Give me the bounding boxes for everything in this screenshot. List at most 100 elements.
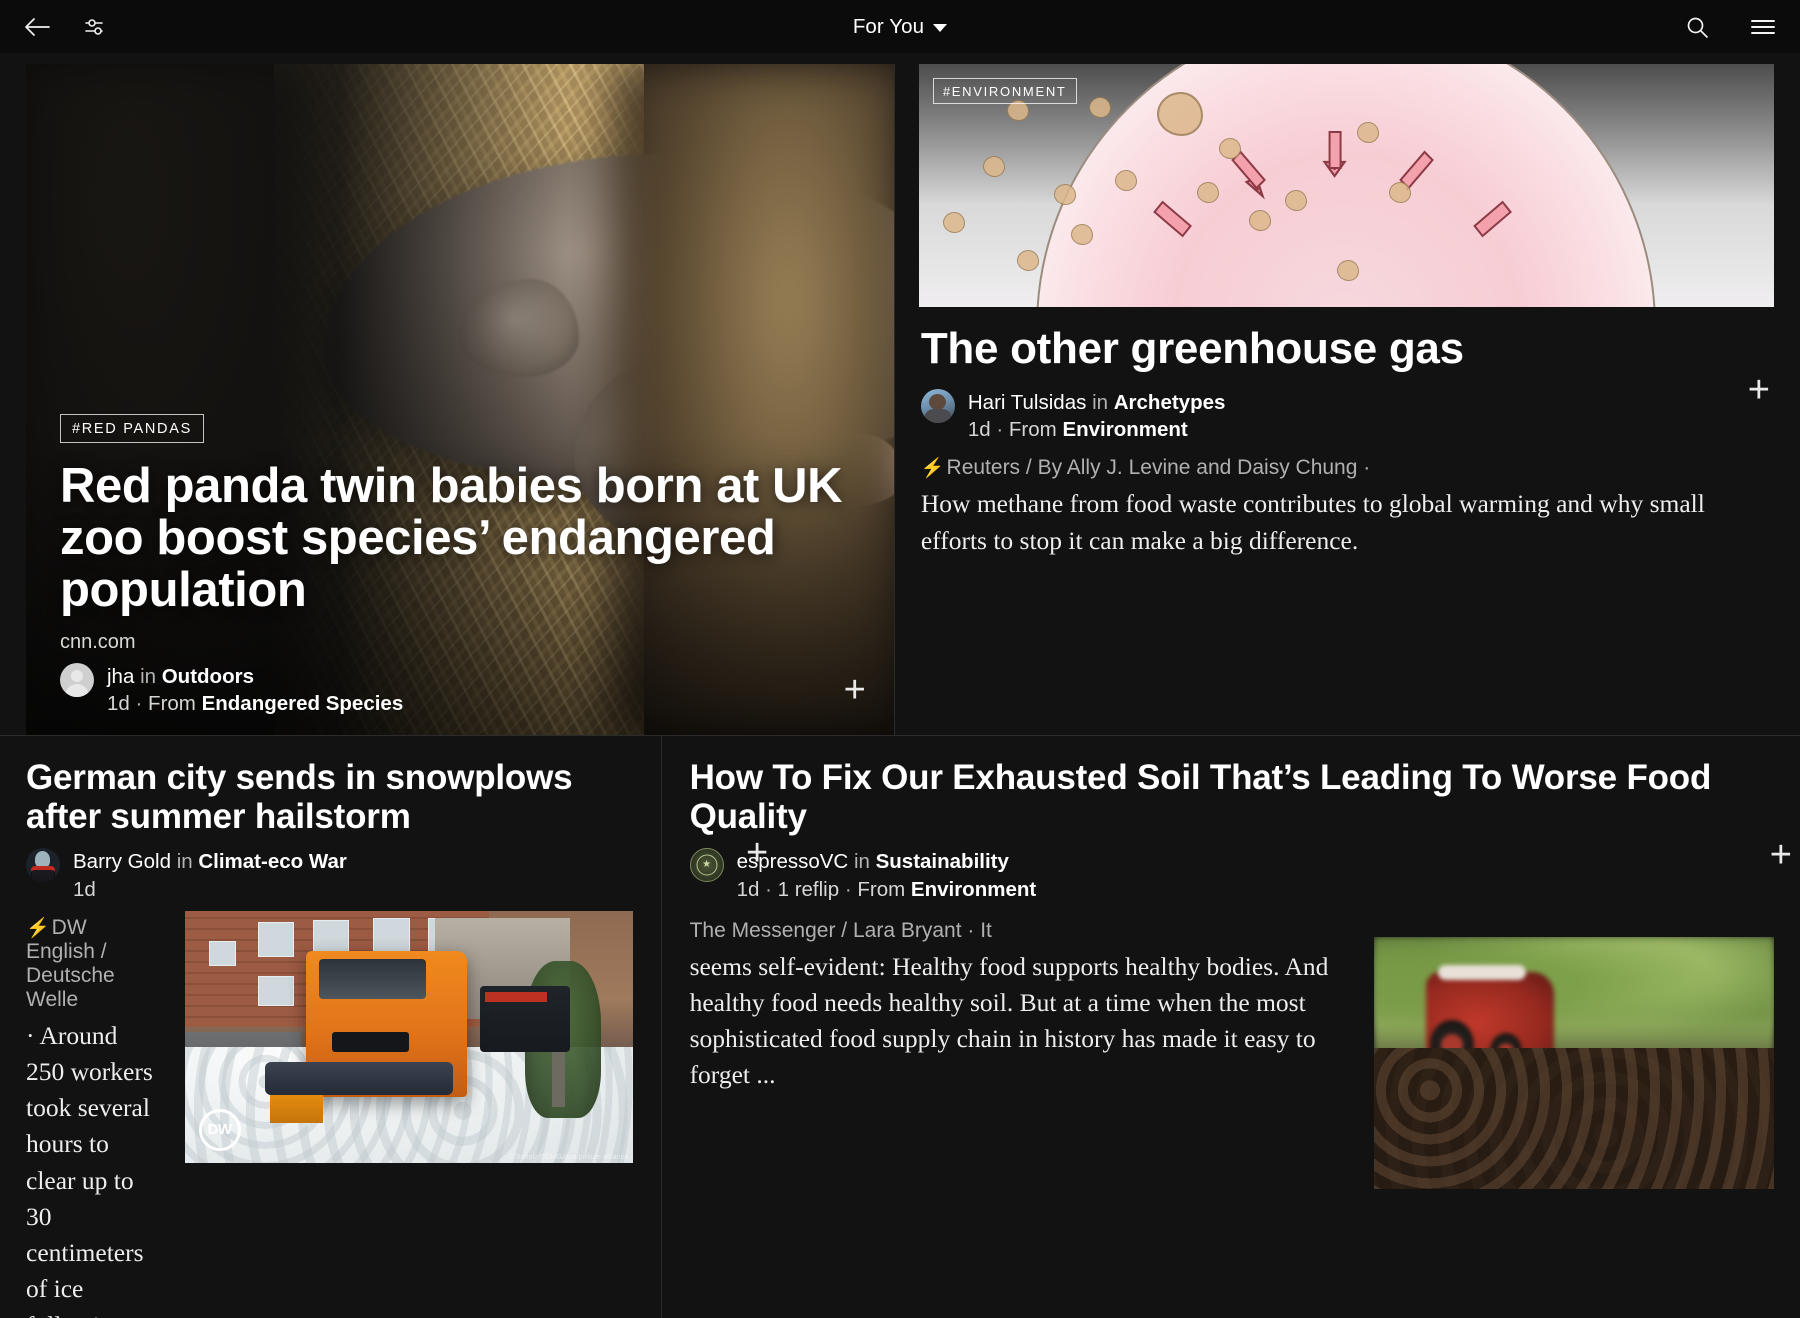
snowplow-article-card[interactable]: German city sends in snowplows after sum… xyxy=(0,736,768,1318)
environment-body: The other greenhouse gas Hari Tulsidas i… xyxy=(919,307,1774,559)
window xyxy=(208,941,237,967)
methane-character xyxy=(1053,184,1076,205)
environment-time: 1d xyxy=(967,418,991,442)
hero-separator: · xyxy=(135,691,143,715)
dw-logo: DW xyxy=(198,1108,241,1151)
hero-headline[interactable]: Red panda twin babies born at UK zoo boo… xyxy=(60,460,860,617)
soil-in-word: in xyxy=(853,850,870,874)
methane-character xyxy=(1070,224,1093,245)
add-to-magazine-icon[interactable]: + xyxy=(1748,371,1770,409)
hamburger-menu-icon[interactable] xyxy=(1748,12,1778,42)
snowplow-source-line: ⚡DW English / Deutsche Welle xyxy=(26,916,161,1012)
soil-attribution-lines: espressoVC in Sustainability 1d · 1 refl… xyxy=(737,848,1037,903)
snowplow-description: · Around 250 workers took several hours … xyxy=(26,1020,153,1318)
tractor-canopy xyxy=(1438,964,1526,980)
soil-meta-line: 1d · 1 reflip · From Environment xyxy=(737,876,1037,903)
snowplow-in-word: in xyxy=(176,850,193,874)
environment-from-magazine[interactable]: Environment xyxy=(1062,418,1187,441)
soil-magazine-name[interactable]: Sustainability xyxy=(876,850,1009,873)
soil-text-column: The Messenger / Lara Bryant · It seems s… xyxy=(690,903,1350,1318)
window xyxy=(373,917,410,955)
environment-image: #ENVIRONMENT xyxy=(918,64,1774,307)
soil-image-column xyxy=(1374,903,1774,1318)
soil-columns: The Messenger / Lara Bryant · It seems s… xyxy=(690,903,1774,1318)
hero-source-domain: cnn.com xyxy=(60,630,136,653)
methane-character xyxy=(982,156,1005,177)
soil-author-line: espressoVC in Sustainability xyxy=(737,848,1037,875)
hero-attribution-lines: jha in Outdoors 1d · From Endangered Spe… xyxy=(107,663,403,718)
environment-source-line: ⚡Reuters / By Ally J. Levine and Daisy C… xyxy=(921,456,1772,480)
topic-tag[interactable]: #ENVIRONMENT xyxy=(932,78,1077,104)
snowplow-attribution-lines: Barry Gold in Climat-eco War 1d xyxy=(73,848,347,903)
topic-tag[interactable]: #RED PANDAS xyxy=(60,413,204,443)
methane-character xyxy=(1248,210,1271,231)
snowplow-text-column: ⚡DW English / Deutsche Welle · Around 25… xyxy=(26,903,161,1318)
topic-tag-container: #ENVIRONMENT xyxy=(932,78,1077,104)
hero-from-word: From xyxy=(148,691,196,715)
hero-article-card[interactable]: #RED PANDAS Red panda twin babies born a… xyxy=(26,64,894,735)
snowplow-time: 1d xyxy=(73,877,96,901)
search-icon[interactable] xyxy=(1682,12,1712,42)
snowplow-truck-windshield xyxy=(318,958,427,1000)
hero-content: #RED PANDAS Red panda twin babies born a… xyxy=(60,413,860,718)
methane-character xyxy=(1156,92,1203,136)
plowed-soil xyxy=(1374,1047,1774,1189)
soil-separator-2: · xyxy=(844,877,852,901)
snowplow-magazine-name[interactable]: Climat-eco War xyxy=(198,850,346,873)
top-bar-left-group xyxy=(22,12,110,42)
flipboard-app: For You #RED PANDAS Red panda twin babie… xyxy=(0,0,1800,1318)
soil-article-card[interactable]: How To Fix Our Exhausted Soil That’s Lea… xyxy=(660,736,1800,1318)
snowplow-headline[interactable]: German city sends in snowplows after sum… xyxy=(26,758,633,836)
window xyxy=(257,922,295,958)
methane-character xyxy=(1088,97,1111,118)
environment-magazine-name[interactable]: Archetypes xyxy=(1114,391,1226,414)
feed-selector[interactable]: For You xyxy=(853,15,948,39)
snowplow-attribution: Barry Gold in Climat-eco War 1d xyxy=(26,848,633,903)
soil-from-magazine[interactable]: Environment xyxy=(911,878,1036,901)
soil-description: seems self-evident: Healthy food support… xyxy=(689,951,1329,1090)
hero-in-word: in xyxy=(140,664,157,688)
soil-attribution: espressoVC in Sustainability 1d · 1 refl… xyxy=(689,848,1774,903)
hero-author-line: jha in Outdoors xyxy=(107,663,403,690)
hero-magazine-name[interactable]: Outdoors xyxy=(162,665,254,688)
avatar[interactable] xyxy=(60,662,94,697)
soil-image[interactable] xyxy=(1374,936,1774,1189)
environment-description: How methane from food waste contributes … xyxy=(920,489,1705,555)
back-arrow-icon[interactable] xyxy=(22,12,52,42)
environment-separator: · xyxy=(996,418,1004,442)
methane-character xyxy=(1016,250,1039,271)
hero-from-magazine[interactable]: Endangered Species xyxy=(202,692,404,715)
lightning-bolt-icon: ⚡ xyxy=(920,458,945,480)
avatar[interactable] xyxy=(920,388,955,423)
snowplow-image-column: DW © Scholz/SDMG/dpa/picture alliance xyxy=(184,903,633,1318)
sliders-icon[interactable] xyxy=(80,12,110,42)
snowplow-image[interactable]: DW © Scholz/SDMG/dpa/picture alliance xyxy=(184,910,633,1163)
methane-character xyxy=(1114,170,1137,191)
methane-character xyxy=(1196,182,1219,203)
avatar[interactable] xyxy=(689,848,724,883)
methane-character xyxy=(1284,190,1307,211)
soil-author-name[interactable]: espressoVC xyxy=(737,850,849,873)
methane-character xyxy=(1336,260,1359,281)
environment-author-name[interactable]: Hari Tulsidas xyxy=(968,391,1087,414)
feed-title-container: For You xyxy=(0,0,1800,53)
methane-character xyxy=(1356,122,1379,143)
board-row-top: #RED PANDAS Red panda twin babies born a… xyxy=(0,53,1800,735)
add-to-magazine-icon[interactable]: + xyxy=(1770,836,1792,874)
environment-headline[interactable]: The other greenhouse gas xyxy=(921,325,1772,373)
snowplow-author-line: Barry Gold in Climat-eco War xyxy=(73,848,347,875)
soil-from-word: From xyxy=(857,877,906,901)
snowplow-bus-sign xyxy=(484,991,548,1002)
avatar[interactable] xyxy=(26,848,60,883)
environment-attribution-lines: Hari Tulsidas in Archetypes 1d · From En… xyxy=(968,389,1226,444)
methane-character xyxy=(942,212,965,233)
hero-author-name[interactable]: jha xyxy=(107,665,134,688)
methane-character xyxy=(1218,138,1241,159)
window xyxy=(257,975,295,1006)
environment-in-word: in xyxy=(1092,390,1109,414)
environment-article-card[interactable]: #ENVIRONMENT The other greenhouse gas Ha… xyxy=(893,64,1774,735)
soil-headline[interactable]: How To Fix Our Exhausted Soil That’s Lea… xyxy=(690,758,1774,836)
snowplow-author-name[interactable]: Barry Gold xyxy=(73,850,171,873)
methane-character xyxy=(1388,182,1411,203)
snowplow-plow-blade xyxy=(265,1062,454,1095)
